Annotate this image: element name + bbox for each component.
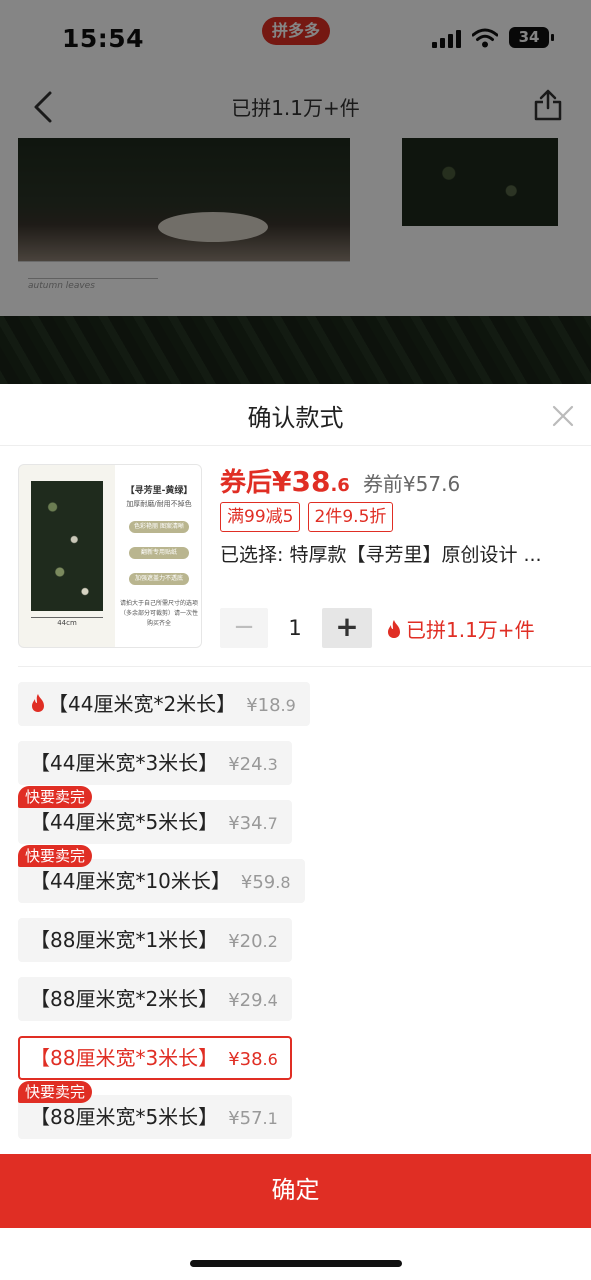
size-option-label: 【88厘米宽*2米长】 xyxy=(30,987,219,1011)
style-picker-sheet: 确认款式 44cm 【寻芳里-黄绿】 加厚耐磨/耐用不掉色 色彩艳丽 图案清晰 … xyxy=(0,384,591,1280)
size-option-price: ¥20.2 xyxy=(228,931,278,952)
quantity-value[interactable]: 1 xyxy=(268,608,322,648)
size-option-price-decimal: .8 xyxy=(275,873,291,892)
size-option-price-decimal: .6 xyxy=(262,1050,278,1069)
thumbnail-subtitle: 加厚耐磨/耐用不掉色 xyxy=(126,500,192,508)
size-option-price: ¥29.4 xyxy=(228,990,278,1011)
price-before-coupon: 券前¥57.6 xyxy=(362,472,461,496)
size-option-price-integer: ¥20 xyxy=(228,931,263,952)
size-option-label: 【88厘米宽*5米长】 xyxy=(30,1105,219,1129)
background-product-page: 15:54 拼多多 34 已拼1.1万+件 autumn leaves xyxy=(0,0,591,400)
sold-count: 已拼1.1万+件 xyxy=(386,614,535,643)
size-option-label: 【88厘米宽*1米长】 xyxy=(30,928,219,952)
selling-out-badge: 快要卖完 xyxy=(18,786,93,808)
size-option-label: 【44厘米宽*5米长】 xyxy=(30,810,219,834)
size-option-price: ¥38.6 xyxy=(228,1049,278,1070)
size-option-price: ¥57.1 xyxy=(228,1108,278,1129)
coupon-tag: 2件9.5折 xyxy=(307,502,394,532)
size-option-price-decimal: .9 xyxy=(280,696,296,715)
size-option[interactable]: 【88厘米宽*1米长】 ¥20.2 xyxy=(18,918,292,962)
size-option-price: ¥34.7 xyxy=(228,813,278,834)
size-option-label: 【88厘米宽*3米长】 xyxy=(30,1046,219,1070)
price-integer: ¥38 xyxy=(272,465,331,498)
size-option-price-decimal: .4 xyxy=(262,991,278,1010)
size-option[interactable]: 【44厘米宽*3米长】 ¥24.3 xyxy=(18,741,292,785)
thumbnail-note: 请拍大于自己所需尺寸的选项（多余部分可裁剪）请一次性购买齐全 xyxy=(119,600,198,627)
price-row: 券后¥38.6 券前¥57.6 xyxy=(220,462,460,498)
size-option-price: ¥18.9 xyxy=(246,695,296,716)
size-option-price-decimal: .3 xyxy=(262,755,278,774)
size-option-price-integer: ¥18 xyxy=(246,695,281,716)
size-option-price-integer: ¥24 xyxy=(228,754,263,775)
thumbnail-info-panel: 【寻芳里-黄绿】 加厚耐磨/耐用不掉色 色彩艳丽 图案清晰 翻新专用贴纸 加强遮… xyxy=(115,465,201,647)
size-option[interactable]: 【88厘米宽*2米长】 ¥29.4 xyxy=(18,977,292,1021)
size-option[interactable]: 【88厘米宽*3米长】 ¥38.6 xyxy=(18,1036,292,1080)
sheet-title: 确认款式 xyxy=(247,404,344,432)
size-option-label: 【44厘米宽*2米长】 xyxy=(48,692,237,716)
price-prefix: 券后 xyxy=(220,468,273,498)
selling-out-badge: 快要卖完 xyxy=(18,1081,93,1103)
confirm-button[interactable]: 确定 xyxy=(0,1154,591,1228)
sheet-header: 确认款式 xyxy=(0,384,591,446)
selected-summary: 已选择: 特厚款【寻芳里】原创设计 ... xyxy=(220,544,542,566)
thumbnail-tag: 色彩艳丽 图案清晰 xyxy=(129,521,189,533)
thumbnail-tag: 翻新专用贴纸 xyxy=(129,547,189,559)
flame-icon xyxy=(32,694,44,712)
divider xyxy=(18,666,591,667)
size-option-price-decimal: .2 xyxy=(262,932,278,951)
size-option-price: ¥59.8 xyxy=(241,872,291,893)
size-option[interactable]: 【44厘米宽*2米长】 ¥18.9 xyxy=(18,682,310,726)
size-option-label: 【44厘米宽*10米长】 xyxy=(30,869,231,893)
close-icon[interactable] xyxy=(551,404,575,428)
selling-out-badge: 快要卖完 xyxy=(18,845,93,867)
thumbnail-title: 【寻芳里-黄绿】 xyxy=(125,486,193,496)
size-option-price-integer: ¥34 xyxy=(228,813,263,834)
quantity-increase-button[interactable]: + xyxy=(322,608,372,648)
size-option-price-integer: ¥57 xyxy=(228,1108,263,1129)
price-decimal: .6 xyxy=(330,475,350,496)
home-indicator xyxy=(190,1260,402,1267)
flame-icon xyxy=(388,620,400,638)
size-option-price: ¥24.3 xyxy=(228,754,278,775)
coupon-list: 满99减5 2件9.5折 xyxy=(220,502,395,532)
size-option-price-integer: ¥38 xyxy=(228,1049,263,1070)
size-option-price-decimal: .7 xyxy=(262,814,278,833)
size-option-price-integer: ¥59 xyxy=(240,872,276,893)
product-thumbnail[interactable]: 44cm 【寻芳里-黄绿】 加厚耐磨/耐用不掉色 色彩艳丽 图案清晰 翻新专用贴… xyxy=(18,464,202,648)
modal-backdrop[interactable] xyxy=(0,0,591,384)
size-option-label: 【44厘米宽*3米长】 xyxy=(30,751,219,775)
size-option-price-decimal: .1 xyxy=(262,1109,278,1128)
size-option-price-integer: ¥29 xyxy=(228,990,263,1011)
sold-count-text: 已拼1.1万+件 xyxy=(406,618,535,642)
thumbnail-tag: 加强遮盖力不透底 xyxy=(129,573,189,585)
quantity-decrease-button[interactable]: − xyxy=(220,608,268,648)
wallpaper-swatch-image xyxy=(31,481,103,611)
coupon-tag: 满99减5 xyxy=(220,502,301,532)
thumbnail-dimension: 44cm xyxy=(31,617,103,627)
